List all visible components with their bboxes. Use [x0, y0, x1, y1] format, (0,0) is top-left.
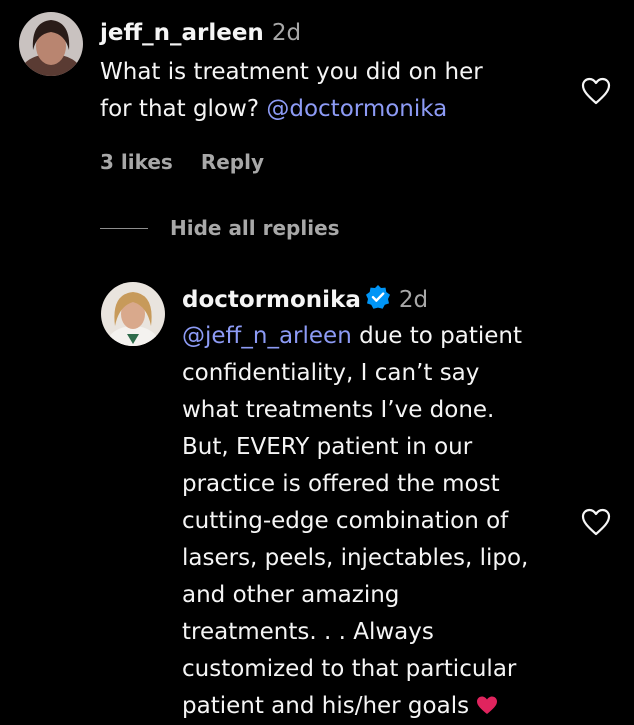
reply-username[interactable]: doctormonika 2d [182, 284, 428, 313]
reply-text-line: treatments. . . Always [182, 619, 434, 645]
mention-link-jeff-n-arleen[interactable]: @jeff_n_arleen [182, 323, 352, 349]
comment-username[interactable]: jeff_n_arleen 2d [100, 20, 301, 46]
reply-text-fragment: due to patient [351, 323, 522, 349]
avatar-jeff-n-arleen[interactable] [19, 12, 83, 76]
reply-text-line: lasers, peels, injectables, lipo, [182, 545, 529, 571]
comment-meta: 3 likes Reply [100, 150, 292, 174]
comment-username-text[interactable]: jeff_n_arleen [100, 20, 264, 46]
mention-link-doctormonika[interactable]: @doctormonika [266, 96, 447, 122]
reply-text-fragment: patient and his/her goals [182, 693, 470, 719]
reply-text-line: practice is offered the most [182, 471, 500, 497]
comment-body: What is treatment you did on her for tha… [100, 54, 570, 128]
comment-text-line: What is treatment you did on her [100, 59, 483, 85]
reply-timestamp: 2d [398, 287, 429, 313]
comment-timestamp: 2d [271, 20, 302, 46]
divider-line [100, 227, 148, 229]
verified-badge-icon [365, 285, 390, 309]
reply-text-line: cutting-edge combination of [182, 508, 509, 534]
reply-button[interactable]: Reply [201, 150, 264, 174]
comment-text-line: for that glow? @doctormonika [100, 91, 570, 128]
reply-username-text[interactable]: doctormonika [182, 287, 361, 313]
like-heart-icon[interactable] [580, 76, 612, 106]
reply-text-line: @jeff_n_arleen due to patient [182, 318, 592, 355]
reply-text-line: what treatments I’ve done. [182, 397, 495, 423]
hide-replies-label[interactable]: Hide all replies [170, 216, 340, 240]
hide-replies-button[interactable]: Hide all replies [100, 216, 340, 240]
comment-text-fragment: for that glow? [100, 96, 267, 122]
reply-body: @jeff_n_arleen due to patient confidenti… [182, 318, 592, 725]
reply-text-line: confidentiality, I can’t say [182, 360, 480, 386]
avatar-doctormonika[interactable] [101, 282, 165, 346]
reply-text-line: But, EVERY patient in our [182, 434, 473, 460]
likes-count[interactable]: 3 likes [100, 150, 173, 174]
reply-text-line: customized to that particular [182, 656, 517, 682]
reply-like-heart-icon[interactable] [580, 507, 612, 537]
reply-text-line: patient and his/her goals [182, 688, 592, 725]
reply-text-line: and other amazing [182, 582, 400, 608]
red-heart-emoji-icon [477, 696, 498, 714]
